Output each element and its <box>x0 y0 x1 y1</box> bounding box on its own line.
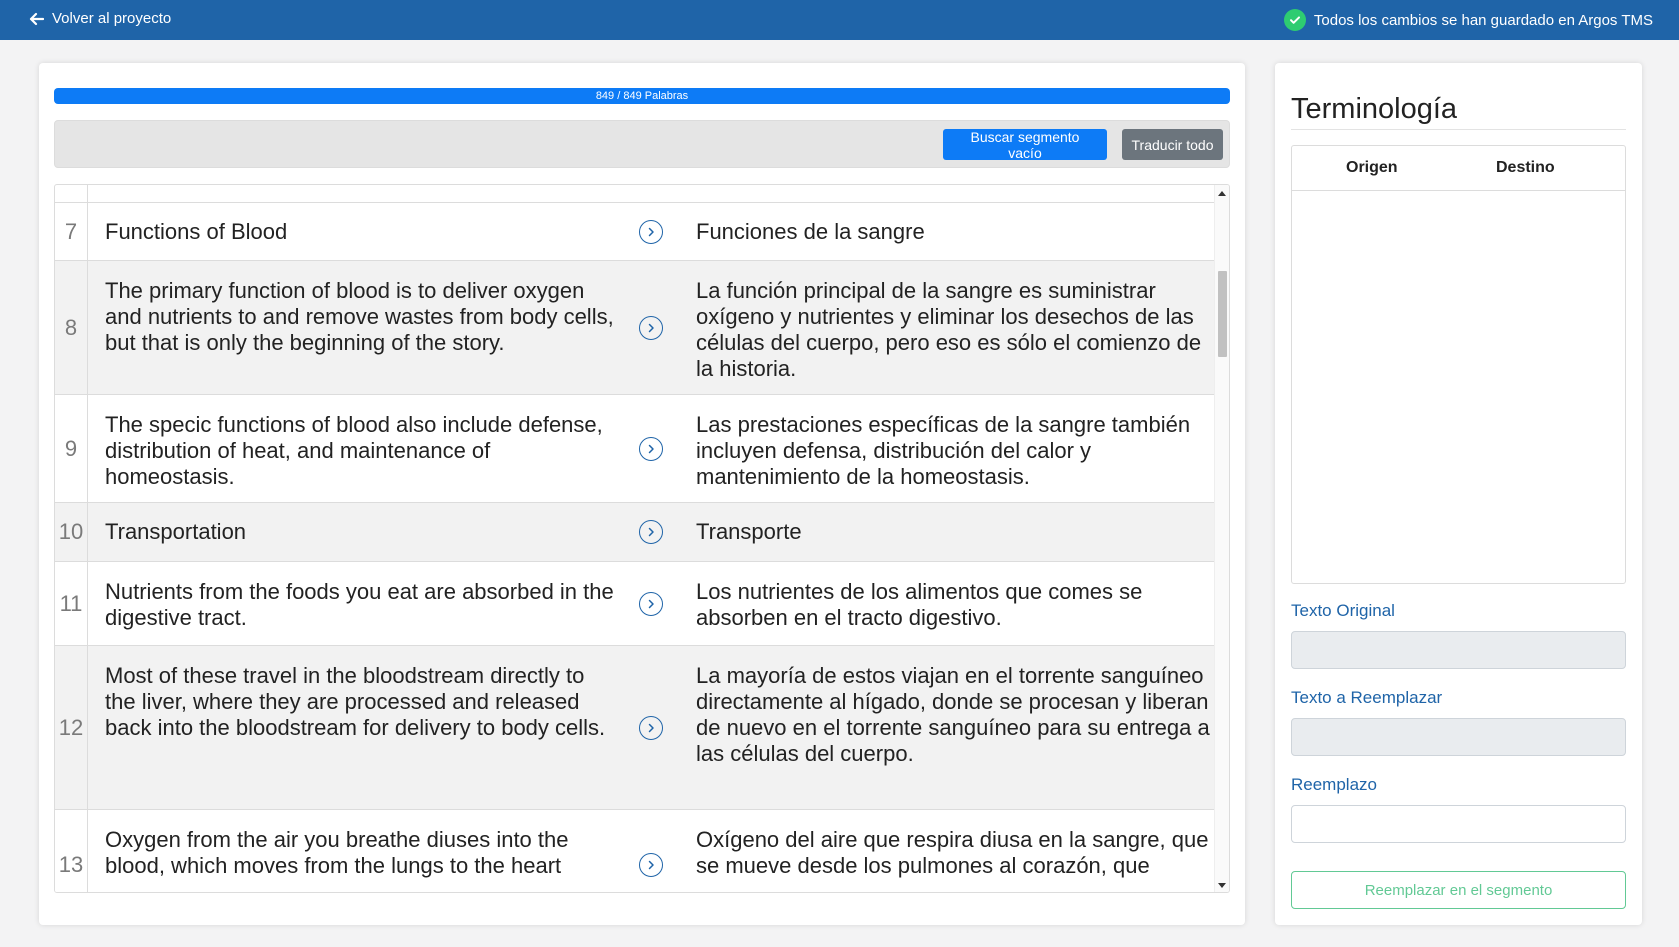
segment-row[interactable]: 13 Oxygen from the air you breathe diuse… <box>55 810 1215 892</box>
segment-row[interactable]: 10 Transportation Transporte <box>55 503 1215 562</box>
text-to-replace-field <box>1291 718 1626 756</box>
copy-source-icon[interactable] <box>639 437 663 461</box>
origin-column-header: Origen <box>1346 159 1398 176</box>
segment-rows: 7 Functions of Blood Funciones de la san… <box>55 203 1215 892</box>
editor-toolbar: Buscar segmento vacío Traducir todo <box>54 120 1230 168</box>
replace-in-segment-button[interactable]: Reemplazar en el segmento <box>1291 871 1626 909</box>
title-divider <box>1291 129 1626 130</box>
copy-source-icon[interactable] <box>639 520 663 544</box>
segment-source: Oxygen from the air you breathe diuses i… <box>105 827 569 878</box>
translate-all-button[interactable]: Traducir todo <box>1122 129 1223 160</box>
segment-target[interactable]: Funciones de la sangre <box>696 219 1211 245</box>
segment-target[interactable]: La mayoría de estos viajan en el torrent… <box>696 663 1211 767</box>
segment-target[interactable]: Los nutrientes de los alimentos que come… <box>696 579 1211 631</box>
segment-number: 8 <box>55 261 88 394</box>
segment-source: Functions of Blood <box>105 219 288 244</box>
segment-row[interactable]: 7 Functions of Blood Funciones de la san… <box>55 203 1215 261</box>
segment-target[interactable]: La función principal de la sangre es sum… <box>696 278 1211 382</box>
scroll-thumb[interactable] <box>1218 271 1227 357</box>
segment-row[interactable]: 11 Nutrients from the foods you eat are … <box>55 562 1215 646</box>
segment-source: The primary function of blood is to deli… <box>105 278 614 355</box>
replacement-label: Reemplazo <box>1291 775 1377 794</box>
segment-number: 13 <box>55 810 88 892</box>
segment-number: 7 <box>55 203 88 260</box>
segment-source: Most of these travel in the bloodstream … <box>105 663 606 740</box>
original-text-field <box>1291 631 1626 669</box>
scroll-up-arrow-icon[interactable] <box>1218 191 1226 196</box>
check-circle-icon <box>1283 9 1306 31</box>
terminology-panel: Terminología Origen Destino Texto Origin… <box>1275 63 1642 925</box>
segment-source: Transportation <box>105 519 247 544</box>
segment-row[interactable]: 8 The primary function of blood is to de… <box>55 261 1215 395</box>
segment-target[interactable]: Las prestaciones específicas de la sangr… <box>696 412 1211 490</box>
segment-row[interactable]: 12 Most of these travel in the bloodstre… <box>55 646 1215 810</box>
segment-number: 10 <box>55 503 88 561</box>
arrow-left-icon <box>29 12 44 25</box>
copy-source-icon[interactable] <box>639 220 663 244</box>
editor-panel: 849 / 849 Palabras Buscar segmento vacío… <box>39 63 1245 925</box>
segment-number: 12 <box>55 646 88 809</box>
segments-scrollbar[interactable] <box>1214 185 1229 892</box>
segment-target[interactable]: Transporte <box>696 519 1211 545</box>
terminology-title: Terminología <box>1291 93 1458 125</box>
segments-table-header <box>55 185 1215 203</box>
copy-source-icon[interactable] <box>639 592 663 616</box>
find-empty-segment-button[interactable]: Buscar segmento vacío <box>943 129 1107 161</box>
word-progress-bar: 849 / 849 Palabras <box>54 88 1230 104</box>
replacement-input[interactable] <box>1291 805 1626 843</box>
copy-source-icon[interactable] <box>639 853 663 877</box>
terminology-table-header: Origen Destino <box>1292 146 1625 191</box>
save-status-text: Todos los cambios se han guardado en Arg… <box>1313 11 1653 29</box>
segment-target[interactable]: Oxígeno del aire que respira diusa en la… <box>696 827 1211 879</box>
segment-number: 9 <box>55 395 88 502</box>
scroll-down-arrow-icon[interactable] <box>1218 883 1226 888</box>
progress-fill: 849 / 849 Palabras <box>54 88 1230 104</box>
back-to-project-link[interactable]: Volver al proyecto <box>28 10 171 27</box>
segment-number: 11 <box>55 562 88 645</box>
segment-source: Nutrients from the foods you eat are abs… <box>105 579 614 630</box>
copy-source-icon[interactable] <box>639 716 663 740</box>
copy-source-icon[interactable] <box>639 316 663 340</box>
segment-source: The specic functions of blood also inclu… <box>105 412 603 489</box>
terminology-table: Origen Destino <box>1291 145 1626 584</box>
number-column-header <box>55 185 88 203</box>
back-link-label: Volver al proyecto <box>52 10 172 27</box>
save-status: Todos los cambios se han guardado en Arg… <box>1283 9 1653 31</box>
top-bar: Volver al proyecto Todos los cambios se … <box>0 0 1679 40</box>
segment-row[interactable]: 9 The specic functions of blood also inc… <box>55 395 1215 503</box>
original-text-label: Texto Original <box>1291 601 1395 620</box>
segments-table[interactable]: 7 Functions of Blood Funciones de la san… <box>54 184 1230 893</box>
text-to-replace-label: Texto a Reemplazar <box>1291 688 1443 707</box>
destination-column-header: Destino <box>1496 159 1555 176</box>
